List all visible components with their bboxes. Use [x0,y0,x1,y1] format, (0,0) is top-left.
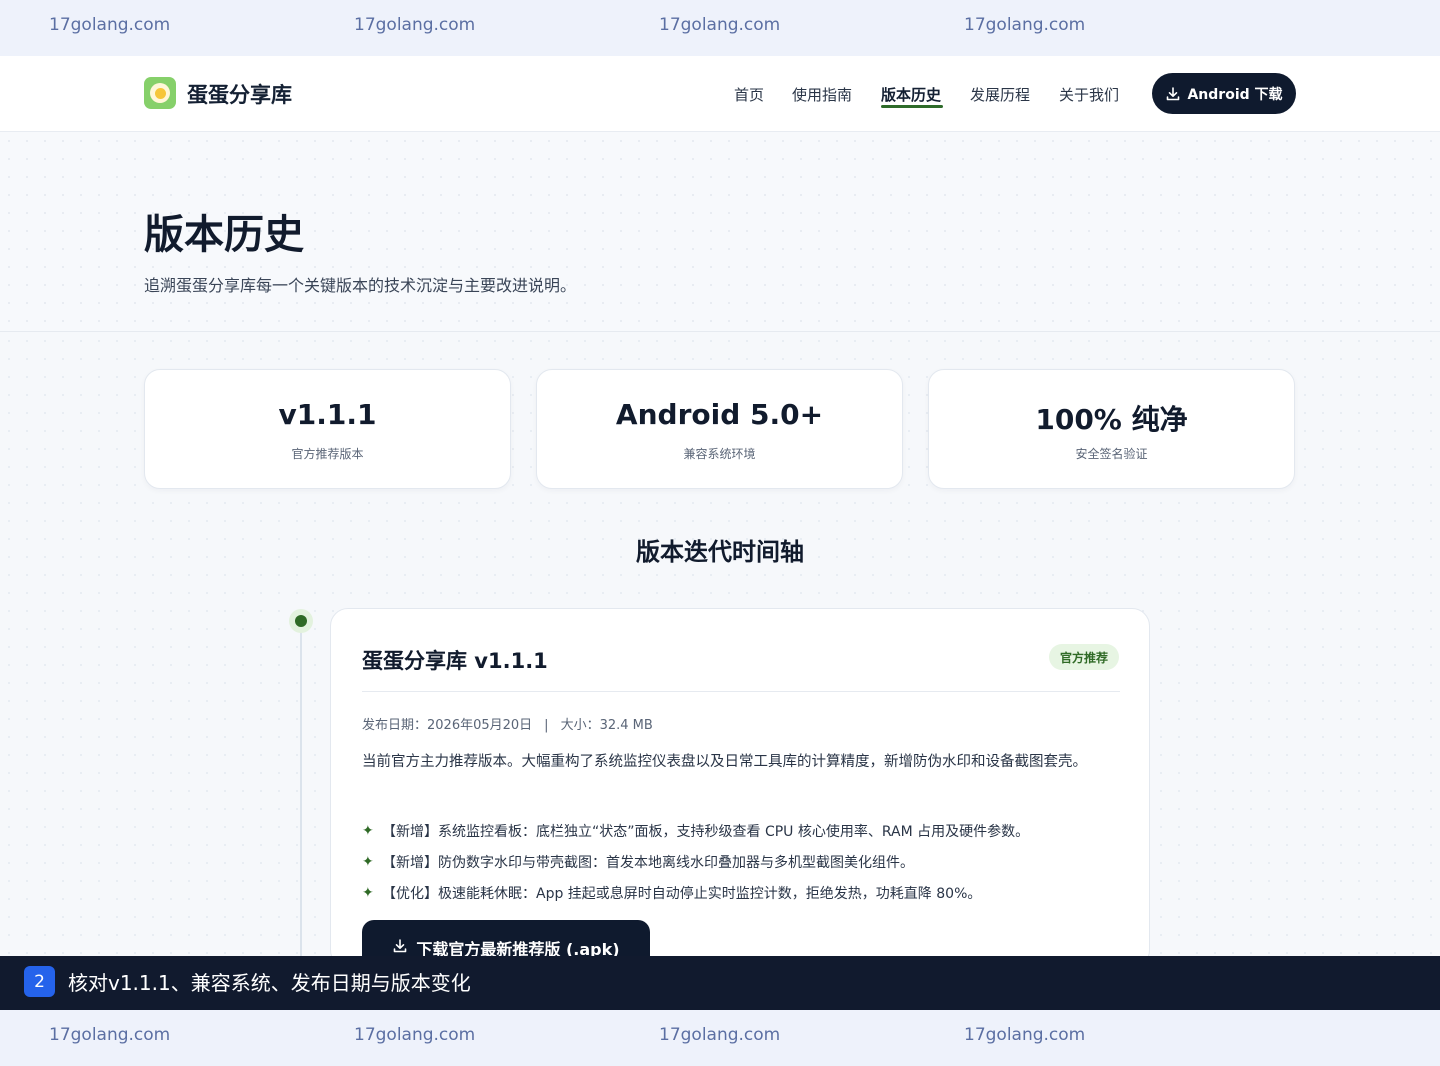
watermark-text: 17golang.com [49,15,171,35]
stat-value: 100% 纯净 [1035,403,1188,436]
step-number-badge: 2 [24,966,55,997]
release-date: 发布日期：2026年05月20日 [362,718,533,733]
stat-card-version: v1.1.1 官方推荐版本 [144,369,511,489]
stat-card-security: 100% 纯净 安全签名验证 [928,369,1295,489]
watermark-text: 17golang.com [659,15,781,35]
feature-text: 【优化】极速能耗休眠：App 挂起或息屏时自动停止实时监控计数，拒绝发热，功耗直… [382,885,982,902]
watermark-text: 17golang.com [964,1025,1086,1045]
nav-about-us[interactable]: 关于我们 [1059,84,1119,105]
stat-label: 官方推荐版本 [291,447,364,461]
nav-home[interactable]: 首页 [734,84,764,105]
release-meta: 发布日期：2026年05月20日 | 大小：32.4 MB [362,714,653,733]
download-icon [394,939,407,953]
download-icon [1167,86,1180,100]
watermark-band-bottom: 17golang.com 17golang.com 17golang.com 1… [0,1010,1440,1066]
recommended-badge: 官方推荐 [1048,644,1119,670]
release-card: 蛋蛋分享库 v1.1.1 官方推荐 发布日期：2026年05月20日 | 大小：32… [330,608,1150,974]
meta-separator: | [544,718,549,733]
sparkle-icon: ✦ [362,853,374,870]
brand-name[interactable]: 蛋蛋分享库 [187,79,292,109]
nav-development-history[interactable]: 发展历程 [970,84,1030,105]
step-caption-text: 核对v1.1.1、兼容系统、发布日期与版本变化 [68,971,471,995]
release-description: 当前官方主力推荐版本。大幅重构了系统监控仪表盘以及日常工具库的计算精度，新增防伪… [362,754,1087,770]
watermark-text: 17golang.com [964,15,1086,35]
page-subtitle: 追溯蛋蛋分享库每一个关键版本的技术沉淀与主要改进说明。 [144,276,577,295]
nav-version-history[interactable]: 版本历史 [881,84,941,105]
sparkle-icon: ✦ [362,884,374,901]
watermark-text: 17golang.com [49,1025,171,1045]
feature-list: ✦ 【新增】系统监控看板：底栏独立“状态”面板，支持秒级查看 CPU 核心使用率… [362,815,1122,908]
site-header: 蛋蛋分享库 首页 使用指南 版本历史 发展历程 关于我们 Android 下载 [0,56,1440,132]
feature-item: ✦ 【新增】防伪数字水印与带壳截图：首发本地离线水印叠加器与多机型截图美化组件。 [362,846,1122,877]
stat-value: Android 5.0+ [615,398,824,431]
stat-value: v1.1.1 [278,398,377,431]
feature-item: ✦ 【新增】系统监控看板：底栏独立“状态”面板，支持秒级查看 CPU 核心使用率… [362,815,1122,846]
brand-logo-icon[interactable] [144,77,176,109]
timeline-dot-icon [289,609,313,633]
feature-item: ✦ 【优化】极速能耗休眠：App 挂起或息屏时自动停止实时监控计数，拒绝发热，功… [362,877,1122,908]
card-divider [362,691,1120,692]
step-caption-bar: 2 核对v1.1.1、兼容系统、发布日期与版本变化 [0,956,1440,1010]
feature-text: 【新增】防伪数字水印与带壳截图：首发本地离线水印叠加器与多机型截图美化组件。 [382,854,914,871]
watermark-text: 17golang.com [354,1025,476,1045]
hero-section: 版本历史 追溯蛋蛋分享库每一个关键版本的技术沉淀与主要改进说明。 [0,132,1440,332]
android-download-button[interactable]: Android 下载 [1152,73,1296,114]
active-nav-indicator [881,105,943,108]
page-title: 版本历史 [144,212,304,258]
watermark-text: 17golang.com [354,15,476,35]
watermark-text: 17golang.com [659,1025,781,1045]
timeline-section-title: 版本迭代时间轴 [636,538,804,566]
timeline-line [300,632,302,956]
feature-text: 【新增】系统监控看板：底栏独立“状态”面板，支持秒级查看 CPU 核心使用率、R… [382,823,1030,840]
sparkle-icon: ✦ [362,822,374,839]
watermark-band-top: 17golang.com 17golang.com 17golang.com 1… [0,0,1440,56]
stat-label: 安全签名验证 [1075,447,1148,461]
android-download-label: Android 下载 [1187,86,1283,103]
stat-card-compatibility: Android 5.0+ 兼容系统环境 [536,369,903,489]
nav-guide[interactable]: 使用指南 [792,84,852,105]
release-size: 大小：32.4 MB [560,718,653,733]
release-title: 蛋蛋分享库 v1.1.1 [362,649,548,673]
stat-label: 兼容系统环境 [683,447,756,461]
